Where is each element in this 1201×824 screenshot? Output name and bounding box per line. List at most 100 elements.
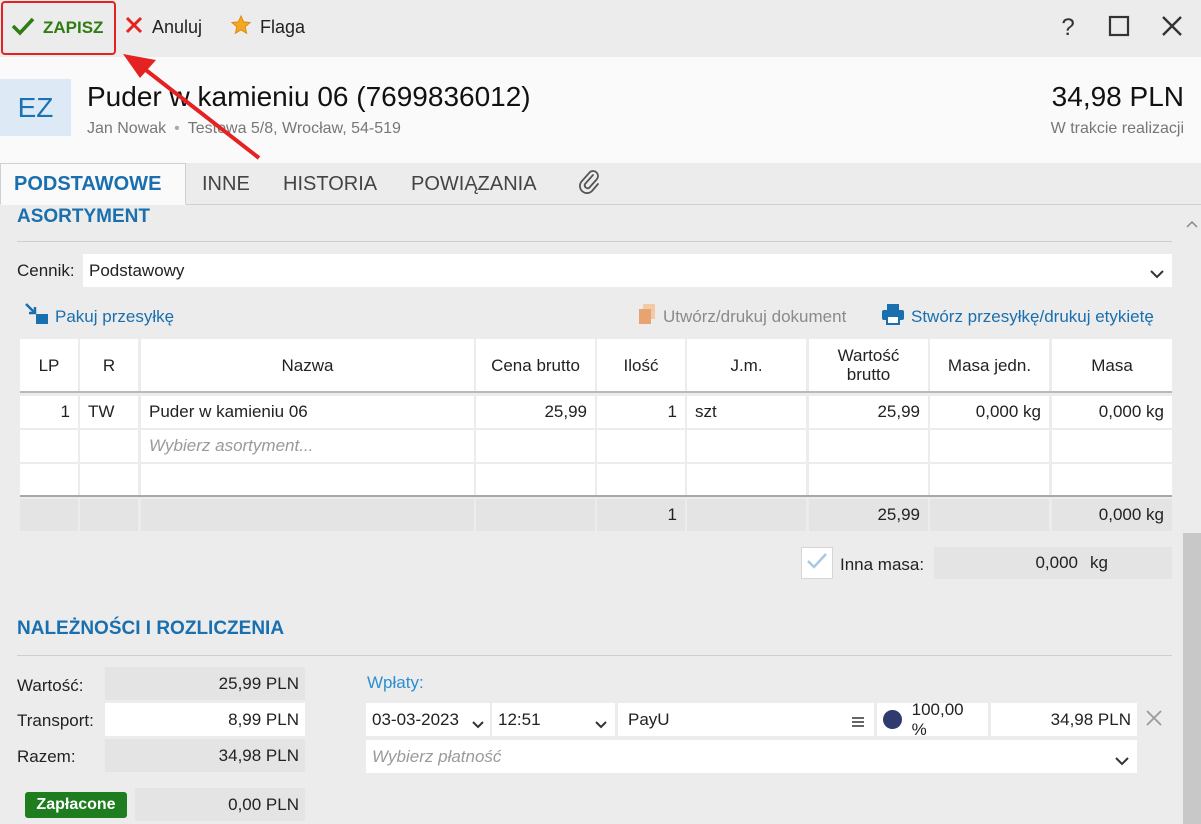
payment-date-picker[interactable]: 03-03-2023 [366, 703, 490, 736]
payment-time: 12:51 [498, 709, 541, 729]
maximize-icon [1108, 15, 1130, 42]
help-icon: ? [1061, 14, 1075, 41]
close-icon [1145, 709, 1163, 732]
price-list-select[interactable]: Podstawowy [83, 254, 1172, 287]
price-list-value: Podstawowy [89, 260, 185, 280]
create-shipment-label: Stwórz przesyłkę/drukuj etykietę [911, 306, 1154, 326]
section-divider [17, 655, 1172, 656]
col-r[interactable]: R [80, 339, 138, 391]
total-qty: 1 [597, 499, 685, 531]
pack-icon [25, 303, 49, 330]
payment-date: 03-03-2023 [372, 709, 459, 729]
close-icon [1161, 15, 1183, 42]
maximize-button[interactable] [1102, 10, 1136, 46]
cell-price[interactable]: 25,99 [476, 396, 595, 428]
order-subtitle: Jan Nowak • Testowa 5/8, Wrocław, 54-519 [87, 120, 401, 138]
empty-cell [930, 464, 1049, 495]
chevron-down-icon [595, 714, 607, 734]
tab-inne[interactable]: INNE [202, 163, 250, 205]
payment-percent-field[interactable]: 100,00 % [877, 700, 988, 739]
payment-method: PayU [628, 709, 670, 729]
transport-input[interactable]: 8,99 PLN [105, 703, 305, 736]
total-value: 25,99 [809, 499, 928, 531]
empty-cell [20, 499, 78, 531]
total-mass: 0,000 kg [1052, 499, 1172, 531]
col-unit[interactable]: J.m. [687, 339, 806, 391]
flag-button[interactable]: Flaga [230, 0, 305, 55]
separator-dot: • [174, 120, 180, 137]
total-field: 34,98 PLN [105, 739, 305, 772]
empty-row [20, 464, 1172, 497]
empty-cell [20, 430, 78, 462]
cell-unit-mass[interactable]: 0,000 kg [930, 396, 1049, 428]
empty-cell [476, 464, 595, 495]
cell-name[interactable]: Puder w kamieniu 06 [141, 396, 474, 428]
value-label: Wartość: [17, 676, 84, 695]
deposits-label: Wpłaty: [367, 673, 424, 692]
empty-cell [80, 430, 138, 462]
menu-icon [852, 713, 864, 733]
paid-value-field: 0,00 PLN [135, 788, 305, 821]
order-amount: 34,98 PLN [1051, 81, 1184, 112]
col-name[interactable]: Nazwa [141, 339, 474, 391]
other-mass-unit: kg [1084, 547, 1172, 579]
empty-cell [687, 430, 806, 462]
tab-podstawowe[interactable]: PODSTAWOWE [0, 163, 186, 205]
choose-assortment-input[interactable]: Wybierz asortyment... [141, 430, 474, 462]
scrollbar-thumb[interactable] [1183, 533, 1201, 824]
create-shipment-link[interactable]: Stwórz przesyłkę/drukuj etykietę [881, 303, 1154, 330]
tab-historia[interactable]: HISTORIA [283, 163, 377, 205]
document-type-badge: EZ [0, 79, 71, 136]
cell-qty[interactable]: 1 [597, 396, 685, 428]
empty-cell [20, 464, 78, 495]
order-title: Puder w kamieniu 06 (7699836012) [87, 81, 531, 112]
printer-icon [881, 303, 905, 330]
payment-method-select[interactable]: PayU [618, 703, 874, 736]
tab-attachments[interactable] [577, 163, 601, 205]
col-mass[interactable]: Masa [1052, 339, 1172, 391]
tab-powiazania[interactable]: POWIĄZANIA [411, 163, 537, 205]
empty-cell [1052, 430, 1172, 462]
create-document-label: Utwórz/drukuj dokument [663, 306, 847, 326]
col-lp[interactable]: LP [20, 339, 78, 391]
col-value[interactable]: Wartość brutto [809, 339, 928, 391]
choose-payment-placeholder: Wybierz płatność [372, 746, 502, 766]
col-qty[interactable]: Ilość [597, 339, 685, 391]
save-label: ZAPISZ [43, 18, 104, 37]
totals-row: 1 25,99 0,000 kg [20, 499, 1172, 531]
remove-payment-button[interactable] [1143, 709, 1165, 731]
cell-lp: 1 [20, 396, 78, 428]
table-row[interactable]: 1 TW Puder w kamieniu 06 25,99 1 szt 25,… [20, 396, 1172, 428]
empty-cell [597, 464, 685, 495]
save-button[interactable]: ZAPISZ [1, 1, 116, 55]
cancel-button[interactable]: Anuluj [124, 0, 202, 55]
close-x-icon [124, 15, 144, 40]
empty-cell [930, 430, 1049, 462]
col-unit-mass[interactable]: Masa jedn. [930, 339, 1049, 391]
empty-cell [687, 499, 806, 531]
documents-icon [637, 303, 657, 330]
empty-cell [809, 464, 928, 495]
empty-cell [597, 430, 685, 462]
close-window-button[interactable] [1155, 10, 1189, 46]
payment-amount-input[interactable]: 34,98 PLN [991, 703, 1137, 736]
choose-payment-select[interactable]: Wybierz płatność [366, 740, 1137, 773]
checkmark-icon [806, 552, 828, 575]
chevron-down-icon [1115, 751, 1129, 771]
other-mass-checkbox[interactable] [801, 547, 833, 579]
col-price[interactable]: Cena brutto [476, 339, 595, 391]
payment-time-picker[interactable]: 12:51 [492, 703, 615, 736]
create-document-link[interactable]: Utwórz/drukuj dokument [637, 303, 846, 330]
other-mass-input[interactable]: 0,000 [934, 547, 1084, 579]
new-item-row[interactable]: Wybierz asortyment... [20, 430, 1172, 462]
table-header: LP R Nazwa Cena brutto Ilość J.m. Wartoś… [20, 339, 1172, 393]
cell-mass: 0,000 kg [1052, 396, 1172, 428]
empty-cell [809, 430, 928, 462]
chevron-down-icon [472, 714, 484, 734]
help-button[interactable]: ? [1051, 10, 1085, 46]
pack-shipment-link[interactable]: Pakuj przesyłkę [25, 303, 174, 330]
empty-cell [80, 464, 138, 495]
price-list-label: Cennik: [17, 261, 75, 280]
section-divider [17, 241, 1172, 242]
cell-unit[interactable]: szt [687, 396, 806, 428]
